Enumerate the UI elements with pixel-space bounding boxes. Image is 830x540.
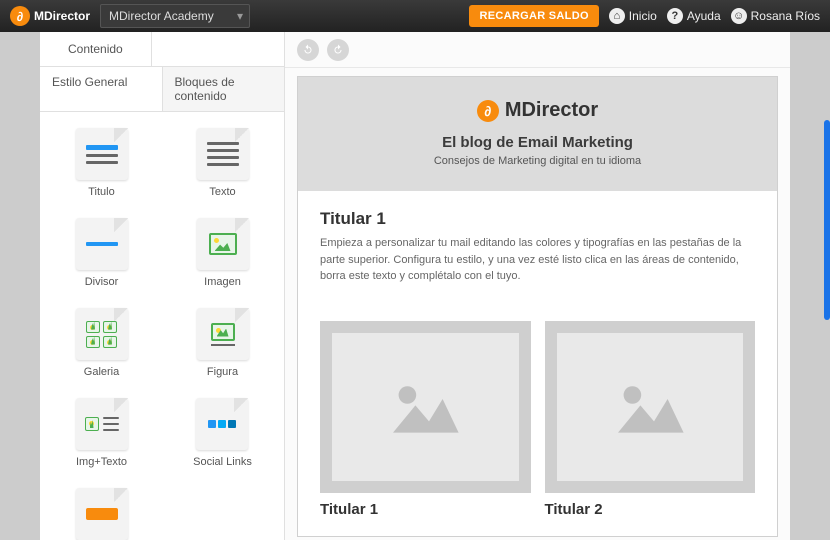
- email-brand-name: MDirector: [505, 99, 598, 122]
- image-placeholder-icon: [385, 372, 465, 442]
- email-column-2[interactable]: Titular 2: [545, 321, 756, 518]
- content-blocks-grid: Titulo Texto Divisor Imagen Galeria: [40, 112, 284, 540]
- redo-icon: [332, 44, 344, 56]
- subtab-general-style[interactable]: Estilo General: [40, 67, 163, 111]
- image-placeholder-1[interactable]: [320, 321, 531, 493]
- block-imagen[interactable]: Imagen: [197, 218, 249, 288]
- reload-balance-button[interactable]: RECARGAR SALDO: [469, 5, 598, 27]
- brand-name: MDirector: [34, 9, 90, 23]
- home-label: Inicio: [629, 9, 657, 23]
- email-header[interactable]: ∂ MDirector El blog de Email Marketing C…: [298, 77, 777, 191]
- user-link[interactable]: ☺ Rosana Ríos: [731, 8, 820, 24]
- email-column-1[interactable]: Titular 1: [320, 321, 531, 518]
- email-brand-icon: ∂: [477, 100, 499, 122]
- block-figura[interactable]: Figura: [197, 308, 249, 378]
- block-social-links[interactable]: Social Links: [193, 398, 252, 468]
- block-img-texto[interactable]: Img+Texto: [76, 398, 128, 468]
- canvas-area: ∂ MDirector El blog de Email Marketing C…: [285, 32, 790, 540]
- app-logo[interactable]: ∂ MDirector: [10, 6, 90, 26]
- block-divisor[interactable]: Divisor: [76, 218, 128, 288]
- undo-button[interactable]: [297, 39, 319, 61]
- user-icon: ☺: [731, 8, 747, 24]
- email-template[interactable]: ∂ MDirector El blog de Email Marketing C…: [297, 76, 778, 537]
- block-texto[interactable]: Texto: [197, 128, 249, 198]
- help-label: Ayuda: [687, 9, 721, 23]
- help-icon: ?: [667, 8, 683, 24]
- email-paragraph[interactable]: Empieza a personalizar tu mail editando …: [320, 235, 755, 285]
- email-subtitle: El blog de Email Marketing: [318, 134, 757, 151]
- help-link[interactable]: ? Ayuda: [667, 8, 721, 24]
- block-titulo[interactable]: Titulo: [76, 128, 128, 198]
- account-dropdown-label: MDirector Academy: [109, 9, 214, 23]
- redo-button[interactable]: [327, 39, 349, 61]
- user-label: Rosana Ríos: [751, 9, 820, 23]
- sidebar: Contenido Estilo General Bloques de cont…: [40, 32, 285, 540]
- home-link[interactable]: ⌂ Inicio: [609, 8, 657, 24]
- block-boton[interactable]: Botón: [76, 488, 128, 540]
- email-headline[interactable]: Titular 1: [320, 209, 755, 229]
- account-dropdown[interactable]: MDirector Academy: [100, 4, 250, 28]
- image-placeholder-icon: [610, 372, 690, 442]
- scrollbar-thumb[interactable]: [824, 120, 830, 320]
- tab-content[interactable]: Contenido: [40, 32, 152, 66]
- canvas-toolbar: [285, 32, 790, 68]
- email-tagline: Consejos de Marketing digital en tu idio…: [318, 155, 757, 167]
- logo-icon: ∂: [10, 6, 30, 26]
- topbar: ∂ MDirector MDirector Academy RECARGAR S…: [0, 0, 830, 32]
- home-icon: ⌂: [609, 8, 625, 24]
- subtab-content-blocks[interactable]: Bloques de contenido: [163, 67, 285, 111]
- sidebar-tabs: Contenido: [40, 32, 284, 67]
- email-canvas[interactable]: ∂ MDirector El blog de Email Marketing C…: [285, 68, 790, 540]
- undo-icon: [302, 44, 314, 56]
- column-2-title[interactable]: Titular 2: [545, 501, 756, 518]
- image-placeholder-2[interactable]: [545, 321, 756, 493]
- block-galeria[interactable]: Galeria: [76, 308, 128, 378]
- column-1-title[interactable]: Titular 1: [320, 501, 531, 518]
